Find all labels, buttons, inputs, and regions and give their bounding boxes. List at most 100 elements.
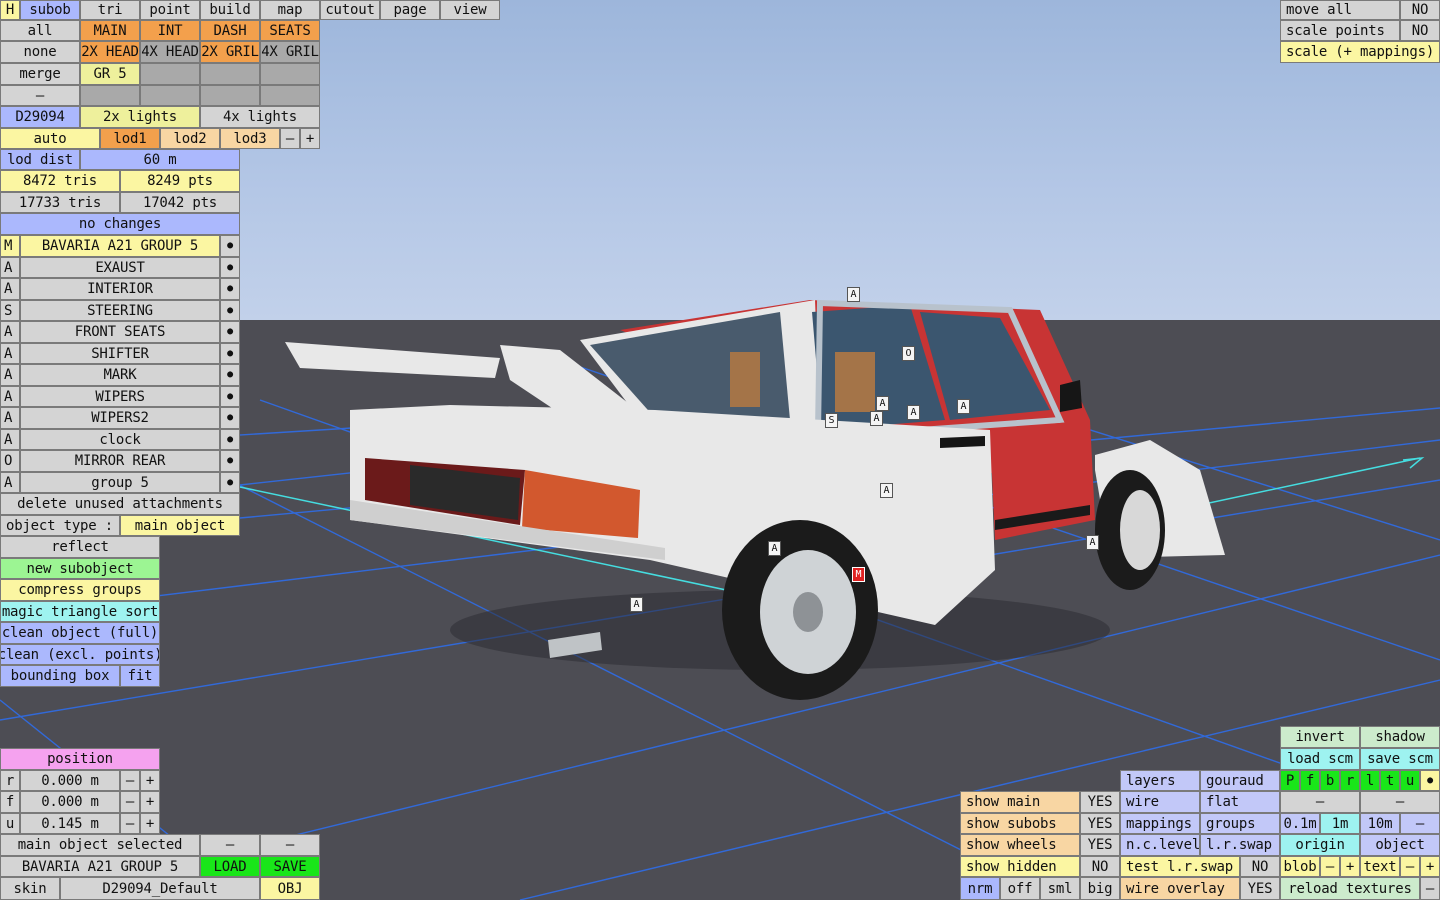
group-2x-gril[interactable]: 2X GRIL <box>200 41 260 63</box>
delete-unused-attachments-button[interactable]: delete unused attachments <box>0 493 240 515</box>
car-id[interactable]: D29094 <box>0 106 80 128</box>
group-slot-c[interactable] <box>200 85 260 106</box>
view-b-button[interactable]: b <box>1320 770 1340 791</box>
subobject-tag[interactable]: S <box>0 300 20 321</box>
attachment-marker[interactable]: A <box>1086 535 1099 550</box>
test-lr-swap-label[interactable]: test l.r.swap <box>1120 856 1240 877</box>
lod-plus-button[interactable]: + <box>300 128 320 149</box>
position-r-value[interactable]: 0.000 m <box>20 770 120 791</box>
position-u-value[interactable]: 0.145 m <box>20 813 120 834</box>
attachment-marker[interactable]: A <box>847 287 860 302</box>
subobject-item[interactable]: WIPERS <box>20 386 220 407</box>
group-slot-d[interactable] <box>260 85 320 106</box>
subobject-item[interactable]: MIRROR REAR <box>20 450 220 472</box>
position-r-plus[interactable]: + <box>140 770 160 791</box>
view-f-button[interactable]: f <box>1300 770 1320 791</box>
subobject-tag[interactable]: A <box>0 364 20 386</box>
group-empty-3[interactable] <box>260 63 320 85</box>
group-empty-2[interactable] <box>200 63 260 85</box>
lod-dist-value[interactable]: 60 m <box>80 149 240 170</box>
grid-10m-button[interactable]: 10m <box>1360 813 1400 834</box>
view-p-button[interactable]: P <box>1280 770 1300 791</box>
attachment-marker[interactable]: A <box>880 483 893 498</box>
mappings-button[interactable]: mappings <box>1120 813 1200 834</box>
subobject-visibility-dot[interactable]: ● <box>220 343 240 364</box>
group-empty-1[interactable] <box>140 63 200 85</box>
attachment-marker[interactable]: A <box>907 405 920 420</box>
attachment-marker[interactable]: A <box>768 541 781 556</box>
group-4x-gril[interactable]: 4X GRIL <box>260 41 320 63</box>
grid-1m-button[interactable]: 1m <box>1320 813 1360 834</box>
subobject-tag[interactable]: O <box>0 450 20 472</box>
lod2-button[interactable]: lod2 <box>160 128 220 149</box>
reload-textures-button[interactable]: reload textures <box>1280 877 1420 900</box>
subobject-item[interactable]: EXAUST <box>20 257 220 278</box>
subobject-visibility-dot[interactable]: ● <box>220 300 240 321</box>
right-dash-a[interactable]: – <box>1280 791 1360 813</box>
lod3-button[interactable]: lod3 <box>220 128 280 149</box>
show-hidden-label[interactable]: show hidden <box>960 856 1080 877</box>
subobject-tag[interactable]: A <box>0 429 20 450</box>
car-name[interactable]: BAVARIA A21 GROUP 5 <box>0 856 200 877</box>
car-model[interactable] <box>285 299 1225 700</box>
show-hidden-value[interactable]: NO <box>1080 856 1120 877</box>
subobject-tag[interactable]: M <box>0 235 20 257</box>
lod-auto-button[interactable]: auto <box>0 128 100 149</box>
text-plus-button[interactable]: + <box>1420 856 1440 877</box>
load-scm-button[interactable]: load scm <box>1280 748 1360 770</box>
lod-minus-button[interactable]: – <box>280 128 300 149</box>
wire-overlay-label[interactable]: wire overlay <box>1120 877 1240 900</box>
blob-minus-button[interactable]: – <box>1320 856 1340 877</box>
subobject-visibility-dot[interactable]: ● <box>220 407 240 429</box>
group-seats[interactable]: SEATS <box>260 20 320 41</box>
subobject-visibility-dot[interactable]: ● <box>220 278 240 300</box>
size-big-button[interactable]: big <box>1080 877 1120 900</box>
group-gr5[interactable]: GR 5 <box>80 63 140 85</box>
subobject-visibility-dot[interactable]: ● <box>220 472 240 493</box>
subobject-item[interactable]: WIPERS2 <box>20 407 220 429</box>
text-button[interactable]: text <box>1360 856 1400 877</box>
layers-button[interactable]: layers <box>1120 770 1200 791</box>
subobject-visibility-dot[interactable]: ● <box>220 450 240 472</box>
lr-swap-button[interactable]: l.r.swap <box>1200 834 1280 856</box>
show-wheels-value[interactable]: YES <box>1080 834 1120 856</box>
view-r-button[interactable]: r <box>1340 770 1360 791</box>
compress-groups-button[interactable]: compress groups <box>0 579 160 601</box>
wire-overlay-value[interactable]: YES <box>1240 877 1280 900</box>
view-dot-button[interactable]: ● <box>1420 770 1440 791</box>
grid-minus-button[interactable]: – <box>1400 813 1440 834</box>
position-f-value[interactable]: 0.000 m <box>20 791 120 813</box>
subobject-tag[interactable]: A <box>0 321 20 343</box>
group-2x-head[interactable]: 2X HEAD <box>80 41 140 63</box>
merge-button[interactable]: merge <box>0 63 80 85</box>
attachment-marker[interactable]: S <box>825 413 838 428</box>
group-main[interactable]: MAIN <box>80 20 140 41</box>
invert-button[interactable]: invert <box>1280 726 1360 748</box>
load-button[interactable]: LOAD <box>200 856 260 877</box>
subobject-tag[interactable]: A <box>0 386 20 407</box>
subobject-item[interactable]: SHIFTER <box>20 343 220 364</box>
attachment-marker[interactable]: A <box>870 411 883 426</box>
menu-cutout[interactable]: cutout <box>320 0 380 20</box>
save-button[interactable]: SAVE <box>260 856 320 877</box>
show-main-value[interactable]: YES <box>1080 791 1120 813</box>
subobject-visibility-dot[interactable]: ● <box>220 364 240 386</box>
group-slot-b[interactable] <box>140 85 200 106</box>
bounding-box-button[interactable]: bounding box <box>0 665 120 687</box>
lod1-button[interactable]: lod1 <box>100 128 160 149</box>
subobject-visibility-dot[interactable]: ● <box>220 386 240 407</box>
subobject-item[interactable]: group 5 <box>20 472 220 493</box>
subobject-visibility-dot[interactable]: ● <box>220 235 240 257</box>
subobject-item-main[interactable]: BAVARIA A21 GROUP 5 <box>20 235 220 257</box>
nc-level-button[interactable]: n.c.level <box>1120 834 1200 856</box>
view-u-button[interactable]: u <box>1400 770 1420 791</box>
4x-lights-button[interactable]: 4x lights <box>200 106 320 128</box>
size-sml-button[interactable]: sml <box>1040 877 1080 900</box>
attachment-marker[interactable]: M <box>852 567 865 582</box>
position-f-plus[interactable]: + <box>140 791 160 813</box>
dash-button[interactable]: – <box>0 85 80 106</box>
object-type-value[interactable]: main object <box>120 515 240 536</box>
group-slot-a[interactable] <box>80 85 140 106</box>
gouraud-button[interactable]: gouraud <box>1200 770 1280 791</box>
menu-h[interactable]: H <box>0 0 20 20</box>
